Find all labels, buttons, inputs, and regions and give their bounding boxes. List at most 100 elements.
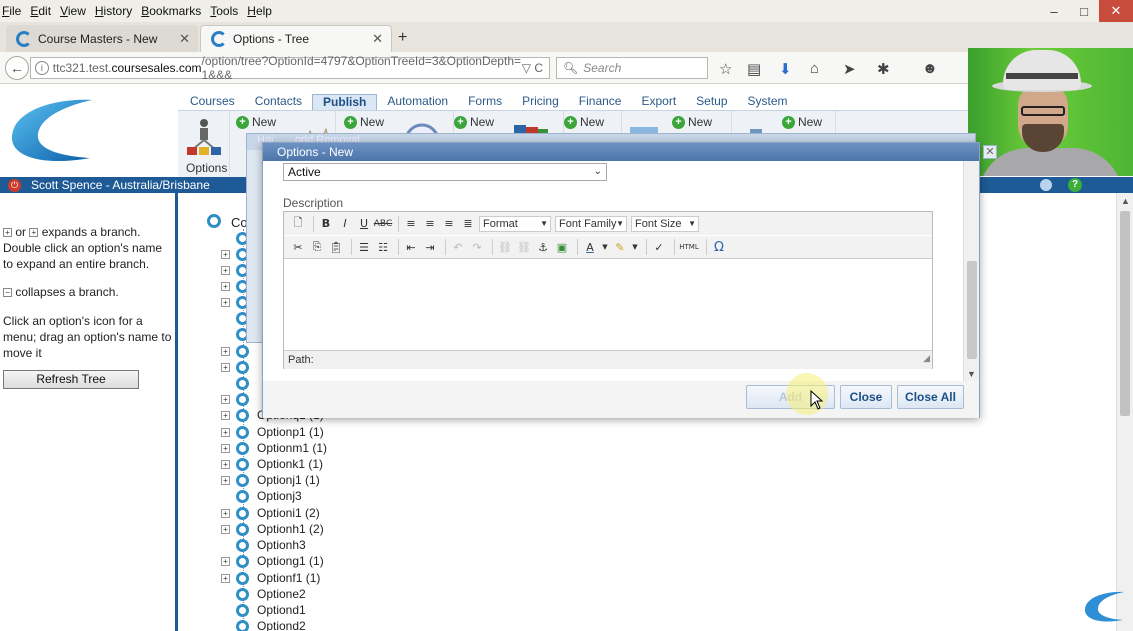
option-name[interactable]: Optiond1 [257,603,306,617]
tree-row[interactable]: + Optionj1 (1) [221,472,320,488]
tree-row[interactable]: + Optionf1 (1) [221,570,320,586]
new-document-icon[interactable]: 🗋 [290,216,306,232]
menu-history[interactable]: History [95,4,132,18]
help-icon[interactable]: ? [1068,178,1082,192]
option-name[interactable]: Optiond2 [257,619,306,631]
highlight-color-icon[interactable]: ✎ [612,239,628,255]
option-icon[interactable] [236,392,249,406]
close-all-button[interactable]: Close All [897,385,964,409]
option-icon[interactable] [236,344,249,358]
expand-icon[interactable]: + [221,508,230,518]
expand-icon[interactable]: + [221,524,230,534]
reload-icon[interactable]: ▽ C [522,61,543,75]
page-scrollbar[interactable]: ▲ [1116,193,1133,631]
option-name[interactable]: Optionf1 (1) [257,571,320,585]
menu-view[interactable]: View [60,4,86,18]
option-icon[interactable] [236,522,249,536]
indent-icon[interactable]: ⇥ [422,239,438,255]
align-right-icon[interactable]: ≡ [441,216,457,232]
dialog-scroll-thumb[interactable] [967,261,977,359]
tab-course-masters[interactable]: Course Masters - New ✕ [6,25,198,52]
tree-root-icon[interactable] [207,214,221,228]
menu-bookmarks[interactable]: Bookmarks [141,4,201,18]
send-icon[interactable]: ➤ [843,60,856,78]
printer-icon[interactable] [1040,179,1052,191]
option-name[interactable]: Optioni1 (2) [257,506,320,520]
option-icon[interactable] [236,603,249,617]
align-left-icon[interactable]: ≡ [403,216,419,232]
tab-close-icon[interactable]: ✕ [372,31,383,47]
url-bar[interactable]: i ttc321.test. coursesales.com/option/tre… [30,54,550,82]
tab-system[interactable]: System [738,94,798,110]
redo-icon[interactable]: ↷ [469,239,485,255]
option-icon[interactable] [236,425,249,439]
tree-row[interactable]: + Optionp1 (1) [221,424,324,440]
expand-icon[interactable]: + [221,281,230,291]
window-close-button[interactable]: ✕ [1099,0,1133,22]
expand-icon[interactable]: + [221,475,230,485]
bookmark-star-icon[interactable]: ☆ [719,60,732,78]
back-button[interactable]: ← [5,56,29,80]
tab-contacts[interactable]: Contacts [245,94,312,110]
tree-row[interactable]: Optionj3 [221,488,302,504]
scroll-up-icon[interactable]: ▲ [1121,196,1130,206]
html-source-icon[interactable]: HTML [679,239,699,255]
ribbon-new-button[interactable]: + New [454,115,494,129]
tab-export[interactable]: Export [631,94,686,110]
resize-grip-icon[interactable]: ◢ [923,349,930,367]
expand-icon[interactable]: + [221,394,230,404]
expand-icon[interactable]: + [221,443,230,453]
expand-icon[interactable]: + [221,265,230,275]
ribbon-new-button[interactable]: + New [236,115,276,129]
chevron-down-icon[interactable]: ▼ [601,239,609,255]
link-icon[interactable]: ⛓ [497,239,513,255]
align-center-icon[interactable]: ≡ [422,216,438,232]
logout-icon[interactable]: ⏻ [8,178,21,192]
option-icon[interactable] [236,408,249,422]
option-name[interactable]: Optionj1 (1) [257,473,320,487]
expand-icon[interactable]: + [221,362,230,372]
scroll-down-icon[interactable]: ▼ [967,369,976,379]
site-info-icon[interactable]: i [35,61,49,75]
close-button[interactable]: Close [840,385,892,409]
undo-icon[interactable]: ↶ [450,239,466,255]
tree-row-hidden[interactable] [221,375,257,391]
scroll-thumb[interactable] [1120,211,1130,416]
cut-icon[interactable]: ✂ [290,239,306,255]
tab-courses[interactable]: Courses [180,94,245,110]
expand-icon[interactable]: + [221,249,230,259]
option-name[interactable]: Optionp1 (1) [257,425,324,439]
tab-close-icon[interactable]: ✕ [179,31,190,47]
tab-setup[interactable]: Setup [686,94,737,110]
option-icon[interactable] [236,571,249,585]
option-icon[interactable] [236,619,249,631]
text-color-icon[interactable]: A [582,239,598,255]
clean-up-icon[interactable]: ✓ [651,239,667,255]
paste-icon[interactable]: 📋︎ [328,239,344,255]
maximize-button[interactable]: □ [1069,0,1099,22]
ribbon-new-button[interactable]: + New [344,115,384,129]
dialog-scrollbar[interactable]: ▼ [963,161,979,381]
italic-icon[interactable]: I [337,216,353,232]
menu-file[interactable]: File [2,4,21,18]
option-icon[interactable] [236,489,249,503]
tab-publish[interactable]: Publish [312,94,378,110]
font-size-select[interactable]: Font Size ▼ [631,215,699,232]
expand-icon[interactable]: + [221,556,230,566]
tab-finance[interactable]: Finance [569,94,632,110]
dialog-close-icon[interactable]: ✕ [983,145,997,159]
copy-icon[interactable]: ⎘ [309,239,325,255]
reading-list-icon[interactable]: ▤ [747,60,761,78]
menu-tools[interactable]: Tools [210,4,238,18]
tab-forms[interactable]: Forms [458,94,512,110]
tree-row[interactable]: Optionh3 [221,537,306,553]
tree-row[interactable]: + Optiong1 (1) [221,553,324,569]
tab-automation[interactable]: Automation [377,94,458,110]
tree-row[interactable]: + Optionh1 (2) [221,521,324,537]
chat-icon[interactable]: ☻ [922,60,938,77]
option-icon[interactable] [236,473,249,487]
option-icon[interactable] [236,457,249,471]
tree-row[interactable]: Optione2 [221,586,306,602]
numbered-list-icon[interactable]: ☷ [375,239,391,255]
anchor-icon[interactable]: ⚓ [535,239,551,255]
